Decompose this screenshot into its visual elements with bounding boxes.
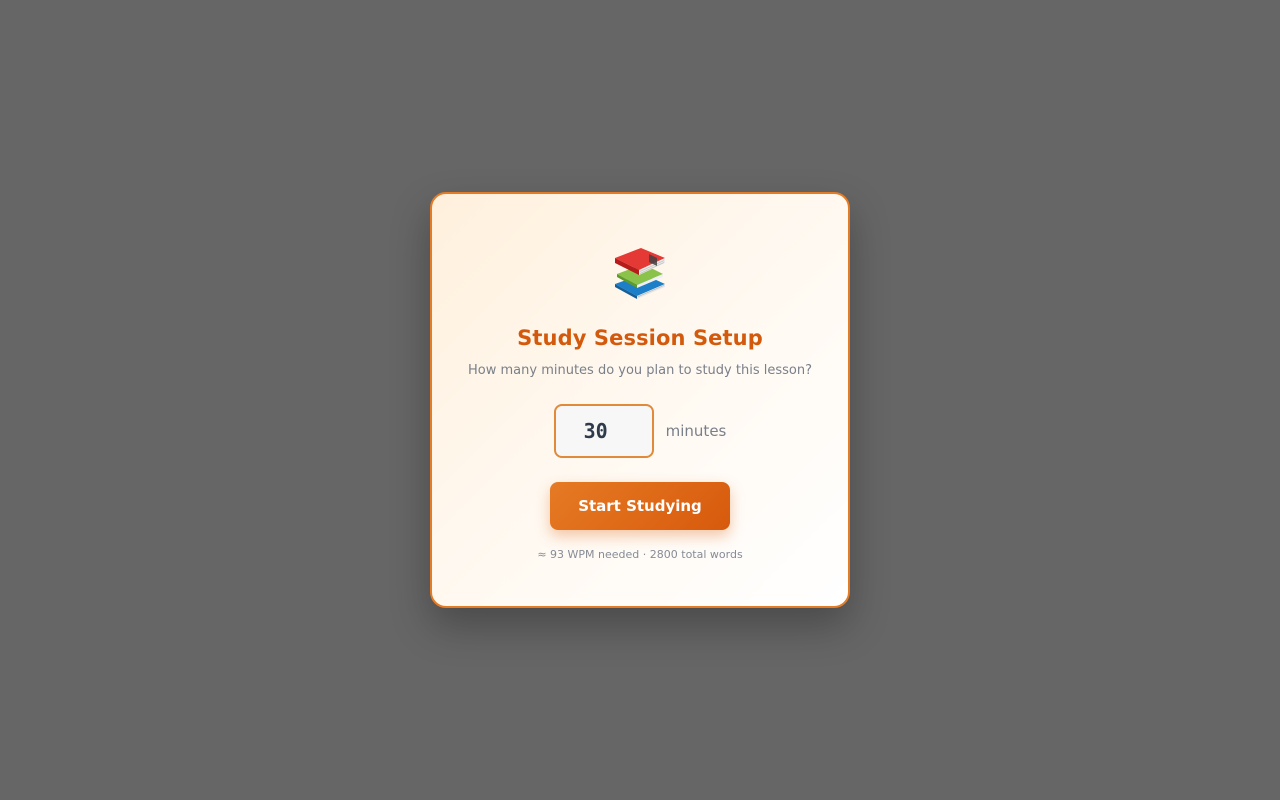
study-setup-dialog: Study Session Setup How many minutes do … [430, 192, 850, 608]
minutes-row: minutes [553, 404, 727, 458]
books-icon [615, 248, 665, 299]
dialog-subtitle: How many minutes do you plan to study th… [468, 363, 812, 378]
modal-overlay: Study Session Setup How many minutes do … [0, 0, 1280, 800]
dialog-title: Study Session Setup [517, 326, 763, 350]
start-studying-button[interactable]: Start Studying [550, 482, 730, 530]
minutes-input[interactable] [553, 404, 654, 458]
minutes-unit-label: minutes [665, 422, 727, 440]
wpm-hint: ≈ 93 WPM needed · 2800 total words [537, 548, 743, 561]
